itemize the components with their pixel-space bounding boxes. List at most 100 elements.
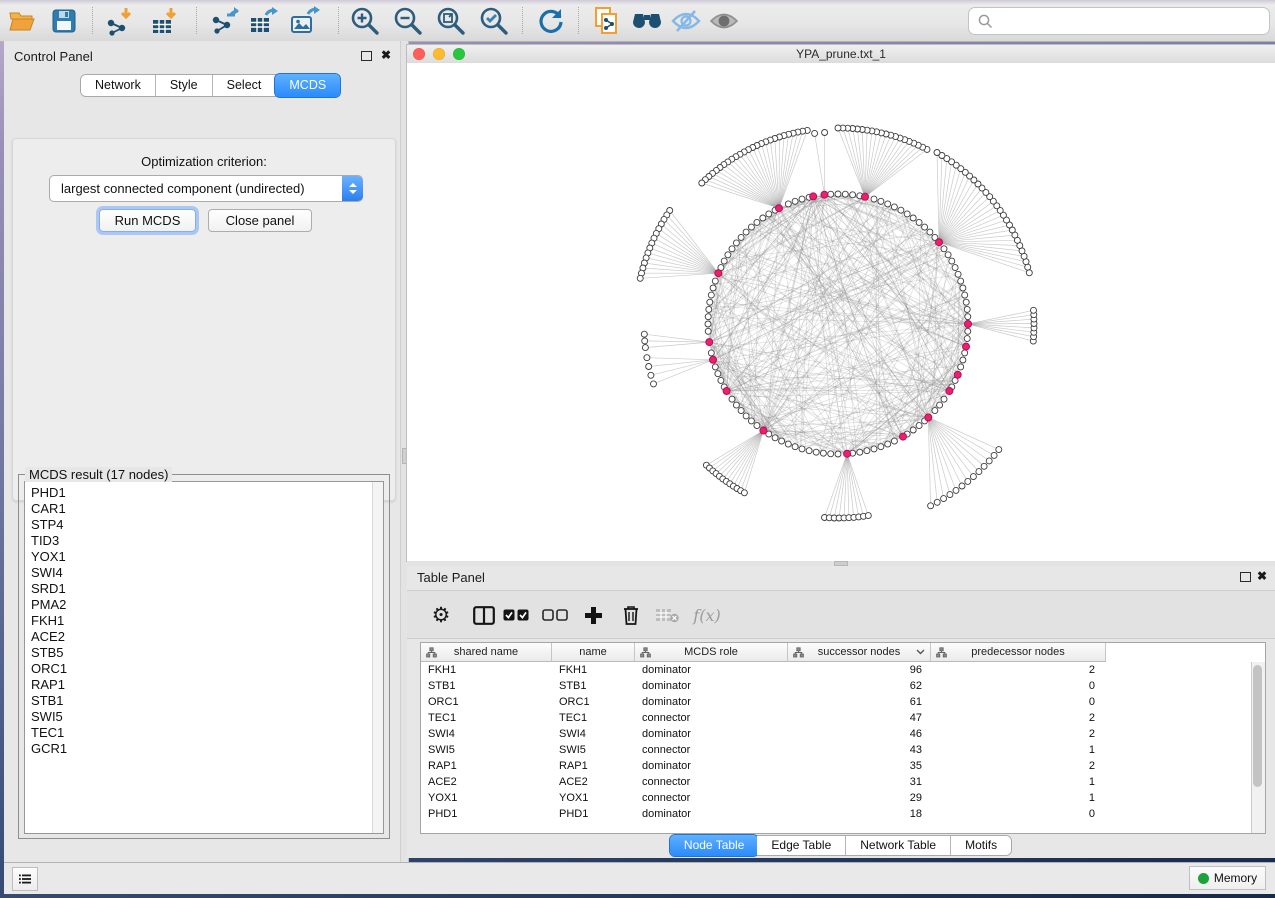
- refresh-icon[interactable]: [535, 5, 567, 37]
- network-node[interactable]: [981, 463, 987, 469]
- network-node-mcds[interactable]: [821, 191, 828, 198]
- network-node[interactable]: [864, 448, 870, 454]
- network-node[interactable]: [885, 441, 891, 447]
- network-node[interactable]: [916, 219, 922, 225]
- network-node[interactable]: [741, 490, 747, 496]
- network-node[interactable]: [962, 292, 968, 298]
- table-row[interactable]: STB1STB1dominator620: [421, 678, 1252, 694]
- network-node[interactable]: [958, 278, 964, 284]
- network-node[interactable]: [922, 224, 928, 230]
- network-node[interactable]: [733, 402, 739, 408]
- tab-network[interactable]: Network: [81, 75, 156, 96]
- close-panel-icon[interactable]: ✖: [381, 48, 391, 62]
- network-node-mcds[interactable]: [810, 193, 817, 200]
- network-node[interactable]: [910, 427, 916, 433]
- add-column-icon[interactable]: [578, 600, 608, 630]
- network-node[interactable]: [729, 396, 735, 402]
- mcds-result-item[interactable]: SRD1: [25, 581, 383, 597]
- network-node[interactable]: [715, 371, 721, 377]
- network-node[interactable]: [970, 474, 976, 480]
- network-node[interactable]: [743, 413, 749, 419]
- table-row[interactable]: FKH1FKH1dominator962: [421, 662, 1252, 678]
- network-node-mcds[interactable]: [723, 388, 730, 395]
- float-panel-icon[interactable]: [361, 51, 372, 61]
- network-node[interactable]: [799, 446, 805, 452]
- network-node[interactable]: [959, 483, 965, 489]
- mcds-result-item[interactable]: STB1: [25, 693, 383, 709]
- open-file-icon[interactable]: [6, 5, 38, 37]
- network-node[interactable]: [964, 336, 970, 342]
- network-node[interactable]: [792, 198, 798, 204]
- network-node[interactable]: [707, 299, 713, 305]
- function-builder-icon[interactable]: f(x): [688, 600, 726, 630]
- network-node[interactable]: [934, 499, 940, 505]
- network-node[interactable]: [842, 191, 848, 197]
- network-node-mcds[interactable]: [954, 371, 961, 378]
- export-image-icon[interactable]: [289, 5, 321, 37]
- tab-node-table[interactable]: Node Table: [670, 835, 759, 856]
- network-node[interactable]: [725, 252, 731, 258]
- network-node[interactable]: [779, 438, 785, 444]
- network-node[interactable]: [642, 345, 648, 351]
- network-node-mcds[interactable]: [936, 239, 943, 246]
- network-node[interactable]: [712, 364, 718, 370]
- network-node[interactable]: [945, 252, 951, 258]
- network-node[interactable]: [799, 196, 805, 202]
- table-row[interactable]: SWI5SWI5connector431: [421, 742, 1252, 758]
- zoom-in-icon[interactable]: [349, 5, 381, 37]
- network-node-mcds[interactable]: [776, 205, 783, 212]
- network-node[interactable]: [955, 271, 961, 277]
- delete-table-icon[interactable]: [652, 600, 682, 630]
- network-node[interactable]: [646, 364, 652, 370]
- search-input[interactable]: [993, 11, 1269, 31]
- network-node[interactable]: [792, 444, 798, 450]
- table-row[interactable]: TEC1TEC1connector472: [421, 710, 1252, 726]
- network-node[interactable]: [766, 211, 772, 217]
- network-node[interactable]: [891, 438, 897, 444]
- network-node[interactable]: [706, 306, 712, 312]
- task-history-icon[interactable]: [12, 867, 38, 891]
- mcds-result-item[interactable]: FKH1: [25, 613, 383, 629]
- network-node[interactable]: [878, 444, 884, 450]
- network-node-mcds[interactable]: [900, 433, 907, 440]
- network-node[interactable]: [928, 503, 934, 509]
- network-node[interactable]: [932, 408, 938, 414]
- network-node[interactable]: [743, 229, 749, 235]
- network-node-mcds[interactable]: [844, 450, 851, 457]
- network-node[interactable]: [651, 381, 657, 387]
- tab-mcds[interactable]: MCDS: [275, 74, 340, 97]
- network-node-mcds[interactable]: [706, 339, 713, 346]
- network-node[interactable]: [891, 204, 897, 210]
- mcds-result-item[interactable]: RAP1: [25, 677, 383, 693]
- network-node[interactable]: [960, 285, 966, 291]
- network-node[interactable]: [963, 299, 969, 305]
- network-node[interactable]: [708, 350, 714, 356]
- network-node[interactable]: [828, 191, 834, 197]
- run-mcds-button[interactable]: Run MCDS: [99, 209, 196, 232]
- network-node[interactable]: [964, 306, 970, 312]
- network-node[interactable]: [941, 396, 947, 402]
- network-node-mcds[interactable]: [946, 388, 953, 395]
- zoom-selected-icon[interactable]: [478, 5, 510, 37]
- network-node-mcds[interactable]: [965, 321, 972, 328]
- network-node[interactable]: [941, 246, 947, 252]
- network-node[interactable]: [748, 224, 754, 230]
- network-node[interactable]: [953, 487, 959, 493]
- network-node[interactable]: [738, 408, 744, 414]
- scrollbar-thumb[interactable]: [1253, 665, 1262, 787]
- table-settings-icon[interactable]: ⚙: [426, 600, 456, 630]
- network-node[interactable]: [813, 449, 819, 455]
- network-node[interactable]: [754, 219, 760, 225]
- network-node[interactable]: [1026, 270, 1032, 276]
- import-table-icon[interactable]: [149, 5, 181, 37]
- table-row[interactable]: ORC1ORC1dominator610: [421, 694, 1252, 710]
- table-row[interactable]: YOX1YOX1connector291: [421, 790, 1252, 806]
- memory-button[interactable]: Memory: [1189, 866, 1266, 890]
- network-node[interactable]: [857, 449, 863, 455]
- export-table-icon[interactable]: [247, 5, 279, 37]
- network-node[interactable]: [648, 372, 654, 378]
- network-node[interactable]: [952, 265, 958, 271]
- network-node[interactable]: [642, 338, 648, 344]
- network-node[interactable]: [910, 215, 916, 221]
- network-node[interactable]: [806, 448, 812, 454]
